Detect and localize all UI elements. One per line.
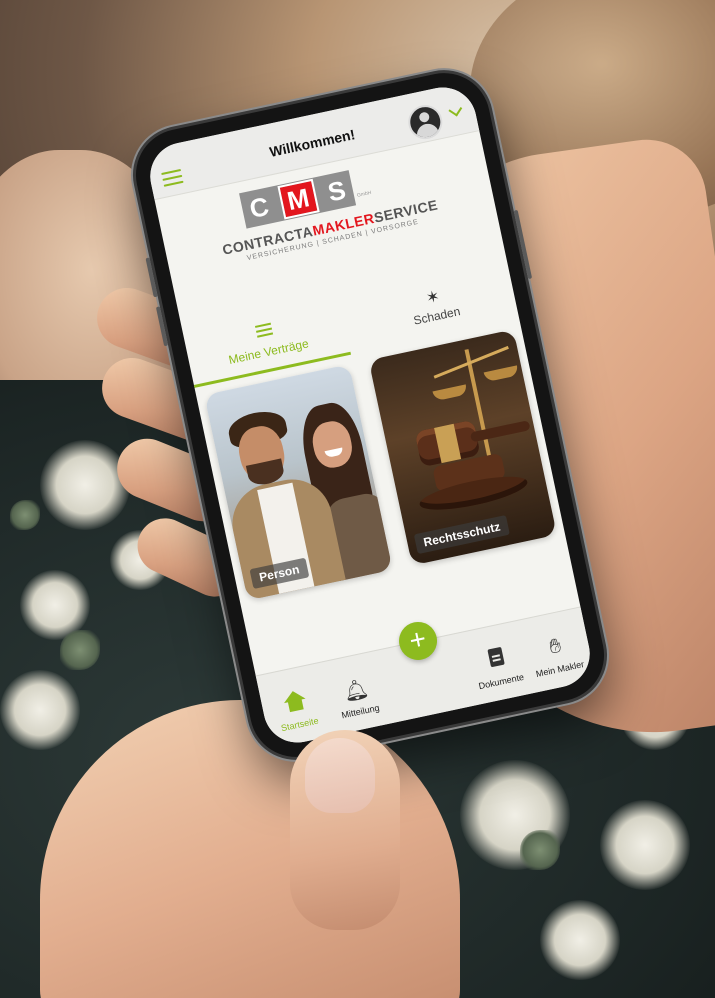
- card-person[interactable]: Person: [204, 364, 393, 601]
- flower-pattern: [40, 440, 130, 530]
- card-label: Rechtsschutz: [413, 514, 510, 555]
- flower-pattern: [600, 800, 690, 890]
- nav-mein-makler[interactable]: ✋︎ Mein Makler: [521, 629, 594, 684]
- scale-pan: [432, 384, 468, 402]
- flower-pattern: [0, 670, 80, 750]
- logo-tagline: VERSICHERUNG | SCHADEN | VORSORGE: [246, 218, 420, 263]
- add-button[interactable]: +: [395, 618, 441, 664]
- bell-icon: 🔔︎: [341, 677, 371, 705]
- thumbnail: [305, 738, 375, 813]
- logo-letter-s: S: [325, 174, 349, 208]
- leaf-pattern: [10, 500, 40, 530]
- scale-pan: [483, 365, 519, 383]
- leaf-pattern: [60, 630, 100, 670]
- flower-pattern: [540, 900, 620, 980]
- nav-label: Mitteilung: [340, 702, 381, 721]
- gavel-handle: [469, 420, 531, 443]
- logo-gmbh: GmbH: [356, 189, 372, 199]
- card-rechtsschutz[interactable]: Rechtsschutz: [368, 329, 557, 566]
- home-icon: [260, 684, 330, 721]
- logo-letter-c: C: [246, 190, 272, 224]
- nav-label: Startseite: [280, 715, 320, 734]
- leaf-pattern: [520, 830, 560, 870]
- nav-label: Dokumente: [477, 671, 525, 692]
- logo-letter-m: M: [277, 178, 320, 220]
- nav-label: Mein Makler: [534, 659, 585, 680]
- nav-mitteilung[interactable]: 🔔︎ Mitteilung: [321, 671, 394, 726]
